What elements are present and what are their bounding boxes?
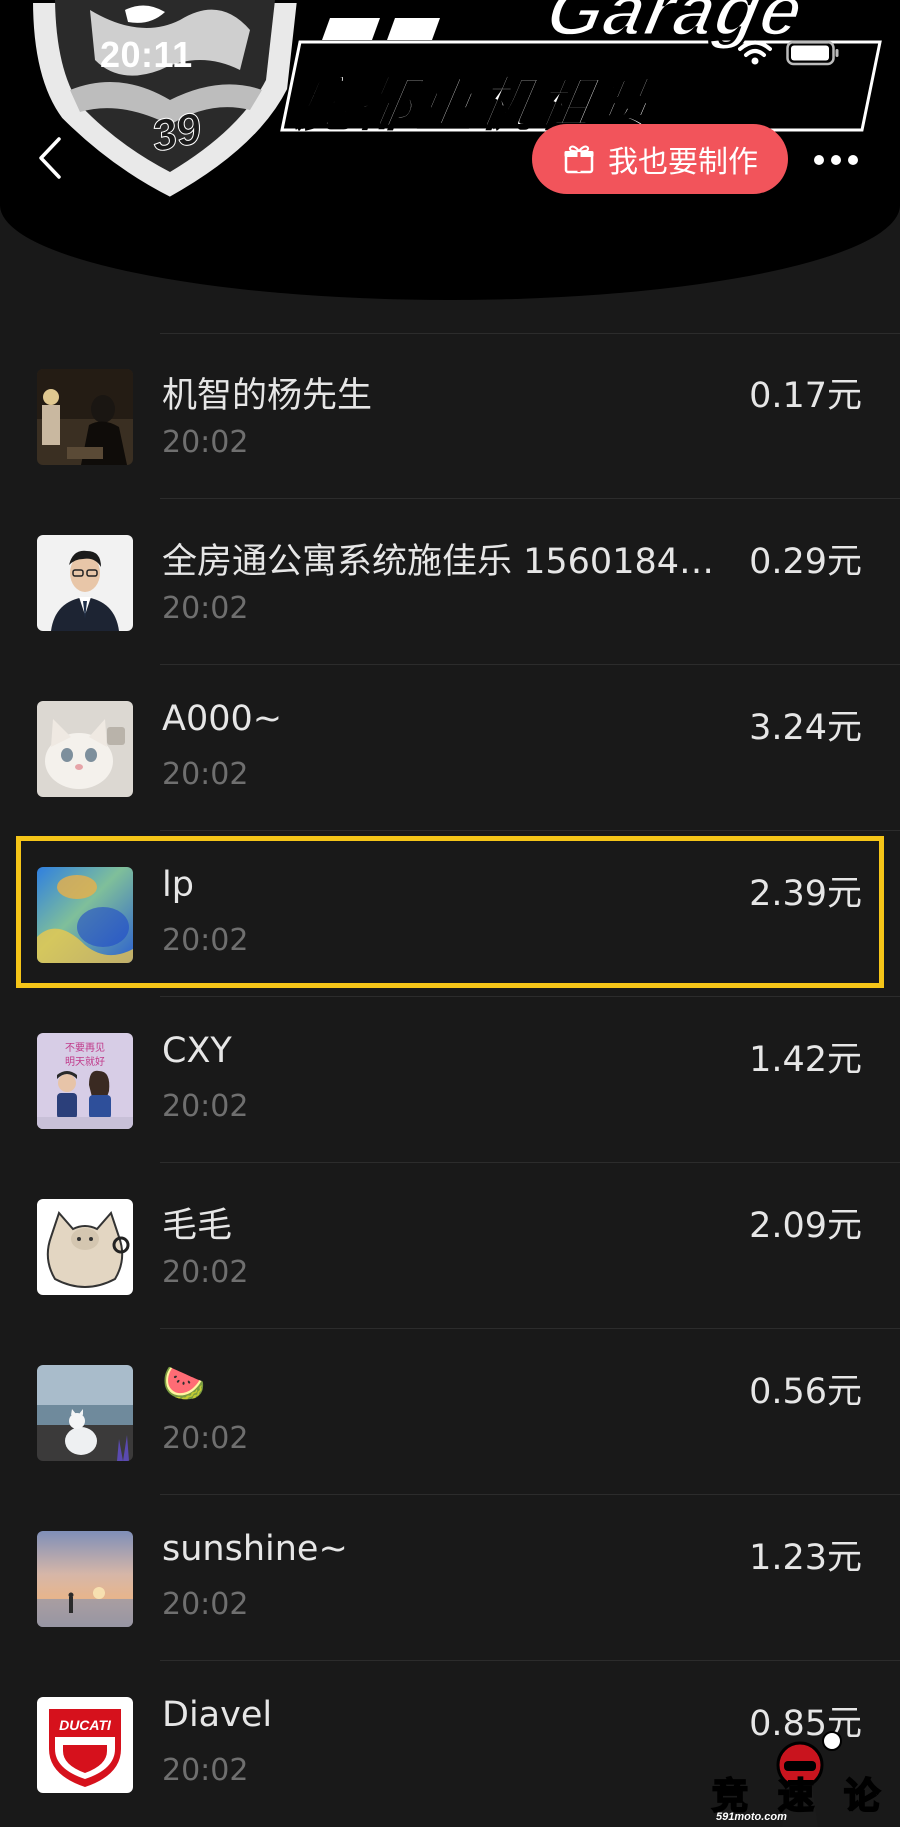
payment-time: 20:02 [162, 1587, 249, 1622]
payment-amount: 2.09元 [749, 1206, 862, 1246]
payment-time: 20:02 [162, 1753, 249, 1788]
gift-icon [562, 142, 596, 176]
more-options-button[interactable] [808, 140, 864, 180]
reward-list-page: Garage 魔都重机租赁 39 20:11 我也要制作 机智的杨先生 20:0… [0, 0, 900, 1827]
payment-amount: 1.23元 [749, 1538, 862, 1578]
more-dots-icon [814, 155, 858, 165]
avatar [37, 369, 133, 465]
forum-watermark: 竞速论坛 591moto.com [702, 1727, 900, 1827]
avatar [37, 535, 133, 631]
list-item[interactable]: 毛毛 20:02 2.09元 [0, 1163, 900, 1329]
payment-amount: 0.17元 [749, 376, 862, 416]
avatar [37, 701, 133, 797]
payer-name: Diavel [162, 1695, 273, 1735]
avatar-caption-1: 不要再见 [65, 1042, 105, 1054]
header-banner: Garage 魔都重机租赁 39 20:11 我也要制作 [0, 0, 900, 300]
payment-time: 20:02 [162, 1089, 249, 1124]
reward-list: 机智的杨先生 20:02 0.17元 全房通公寓系统施佳乐 15601843..… [0, 333, 900, 1827]
list-item[interactable]: 🍉 20:02 0.56元 [0, 1329, 900, 1495]
payer-name: 全房通公寓系统施佳乐 15601843... [162, 542, 732, 582]
payer-name: 🍉 [162, 1364, 206, 1404]
payment-time: 20:02 [162, 757, 249, 792]
payer-name: lp [162, 865, 194, 905]
avatar-caption-2: 明天就好 [65, 1055, 105, 1068]
make-my-own-label: 我也要制作 [608, 145, 758, 180]
payer-name: CXY [162, 1031, 232, 1071]
battery-icon [786, 40, 840, 66]
payment-amount: 0.29元 [749, 542, 862, 582]
avatar: DUCATI [37, 1697, 133, 1793]
list-item[interactable]: A000~ 20:02 3.24元 [0, 665, 900, 831]
list-item[interactable]: lp 20:02 2.39元 [0, 831, 900, 997]
badge-number: 39 [147, 103, 206, 162]
payer-name: A000~ [162, 699, 283, 739]
payment-amount: 0.56元 [749, 1372, 862, 1412]
status-icons [738, 40, 840, 66]
chevron-left-icon [39, 137, 61, 179]
payment-amount: 1.42元 [749, 1040, 862, 1080]
payment-amount: 2.39元 [749, 874, 862, 914]
payer-name: 机智的杨先生 [162, 376, 373, 416]
avatar [37, 867, 133, 963]
wifi-icon [738, 40, 772, 66]
avatar [37, 1365, 133, 1461]
payment-time: 20:02 [162, 1421, 249, 1456]
payment-amount: 3.24元 [749, 708, 862, 748]
payer-name: 毛毛 [162, 1206, 233, 1246]
make-my-own-button[interactable]: 我也要制作 [532, 124, 788, 194]
avatar [37, 1531, 133, 1627]
back-button[interactable] [28, 130, 72, 186]
list-item[interactable]: 不要再见 明天就好 CXY 20:02 1.42元 [0, 997, 900, 1163]
payment-time: 20:02 [162, 923, 249, 958]
watermark-site: 591moto.com [716, 1811, 787, 1823]
status-bar-time: 20:11 [100, 34, 193, 75]
list-item[interactable]: 机智的杨先生 20:02 0.17元 [0, 333, 900, 499]
avatar [37, 1199, 133, 1295]
list-item[interactable]: 全房通公寓系统施佳乐 15601843... 20:02 0.29元 [0, 499, 900, 665]
payment-time: 20:02 [162, 1255, 249, 1290]
payment-time: 20:02 [162, 591, 249, 626]
ducati-logo-text: DUCATI [59, 1717, 112, 1733]
payer-name: sunshine~ [162, 1529, 348, 1569]
payment-time: 20:02 [162, 425, 249, 460]
avatar: 不要再见 明天就好 [37, 1033, 133, 1129]
list-item[interactable]: sunshine~ 20:02 1.23元 [0, 1495, 900, 1661]
